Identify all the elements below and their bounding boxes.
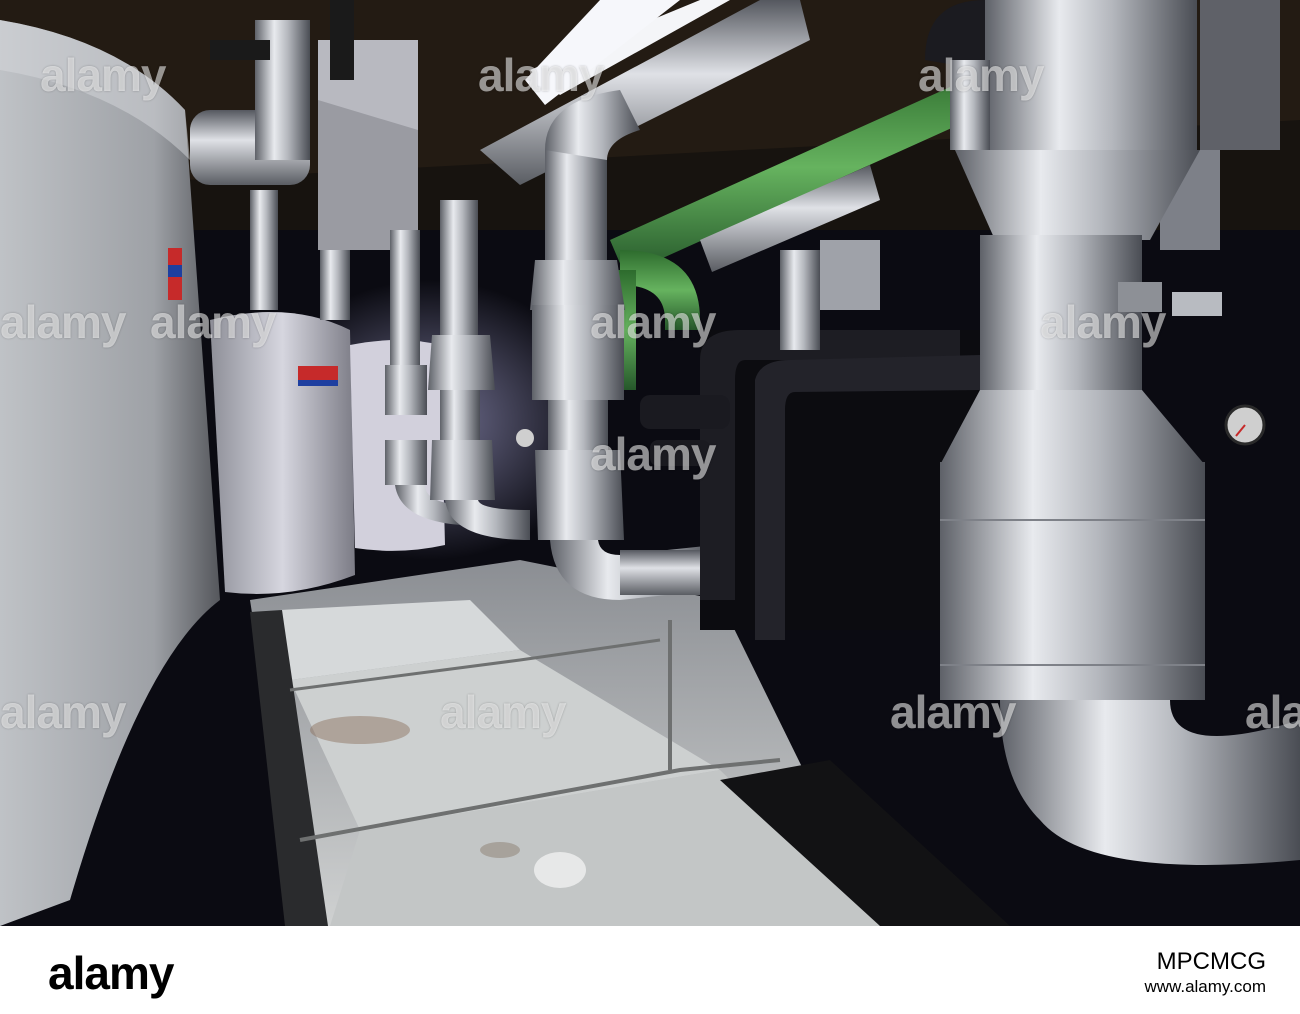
footer-info: MPCMCG www.alamy.com xyxy=(1144,948,1266,998)
photo-illustration xyxy=(0,0,1300,926)
site-url-link[interactable]: www.alamy.com xyxy=(1144,976,1266,998)
alamy-logo[interactable]: alamy xyxy=(48,946,174,1000)
stock-footer-bar: alamy MPCMCG www.alamy.com xyxy=(0,926,1300,1014)
stock-photo-page: alamy alamy alamy alamy alamy alamy alam… xyxy=(0,0,1300,1014)
plant-room-photo: alamy alamy alamy alamy alamy alamy alam… xyxy=(0,0,1300,926)
image-id: MPCMCG xyxy=(1156,948,1266,975)
